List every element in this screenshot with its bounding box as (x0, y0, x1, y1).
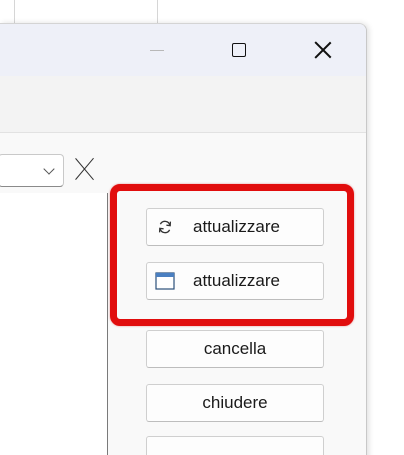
background-window-edge (14, 0, 15, 24)
menu-bar (0, 76, 366, 132)
window-icon (154, 263, 176, 299)
refresh-button[interactable]: attualizzare (146, 208, 324, 246)
refresh-icon (154, 209, 176, 245)
close-icon (314, 41, 332, 59)
cancel-button-label: cancella (203, 339, 267, 358)
minimize-icon (150, 49, 164, 51)
results-list[interactable] (0, 193, 108, 455)
close-button[interactable]: chiudere (146, 384, 324, 422)
maximize-icon (232, 43, 246, 57)
cancel-button[interactable]: cancella (146, 330, 324, 368)
background-window-edge (157, 0, 158, 24)
chevron-down-icon[interactable] (43, 163, 55, 175)
close-window-button[interactable] (300, 24, 346, 76)
clear-search-button[interactable] (74, 155, 96, 183)
screenshot-stage: attualizzare attualizzare cancella chiud… (0, 0, 404, 455)
title-bar (0, 24, 366, 76)
minimize-button[interactable] (134, 24, 180, 76)
refresh-window-button-label: attualizzare (193, 271, 280, 290)
partial-button[interactable] (146, 436, 324, 455)
refresh-button-label: attualizzare (193, 217, 280, 236)
search-combo-box[interactable] (0, 154, 64, 187)
maximize-button[interactable] (216, 24, 262, 76)
close-button-label: chiudere (202, 393, 268, 412)
refresh-window-button[interactable]: attualizzare (146, 262, 324, 300)
